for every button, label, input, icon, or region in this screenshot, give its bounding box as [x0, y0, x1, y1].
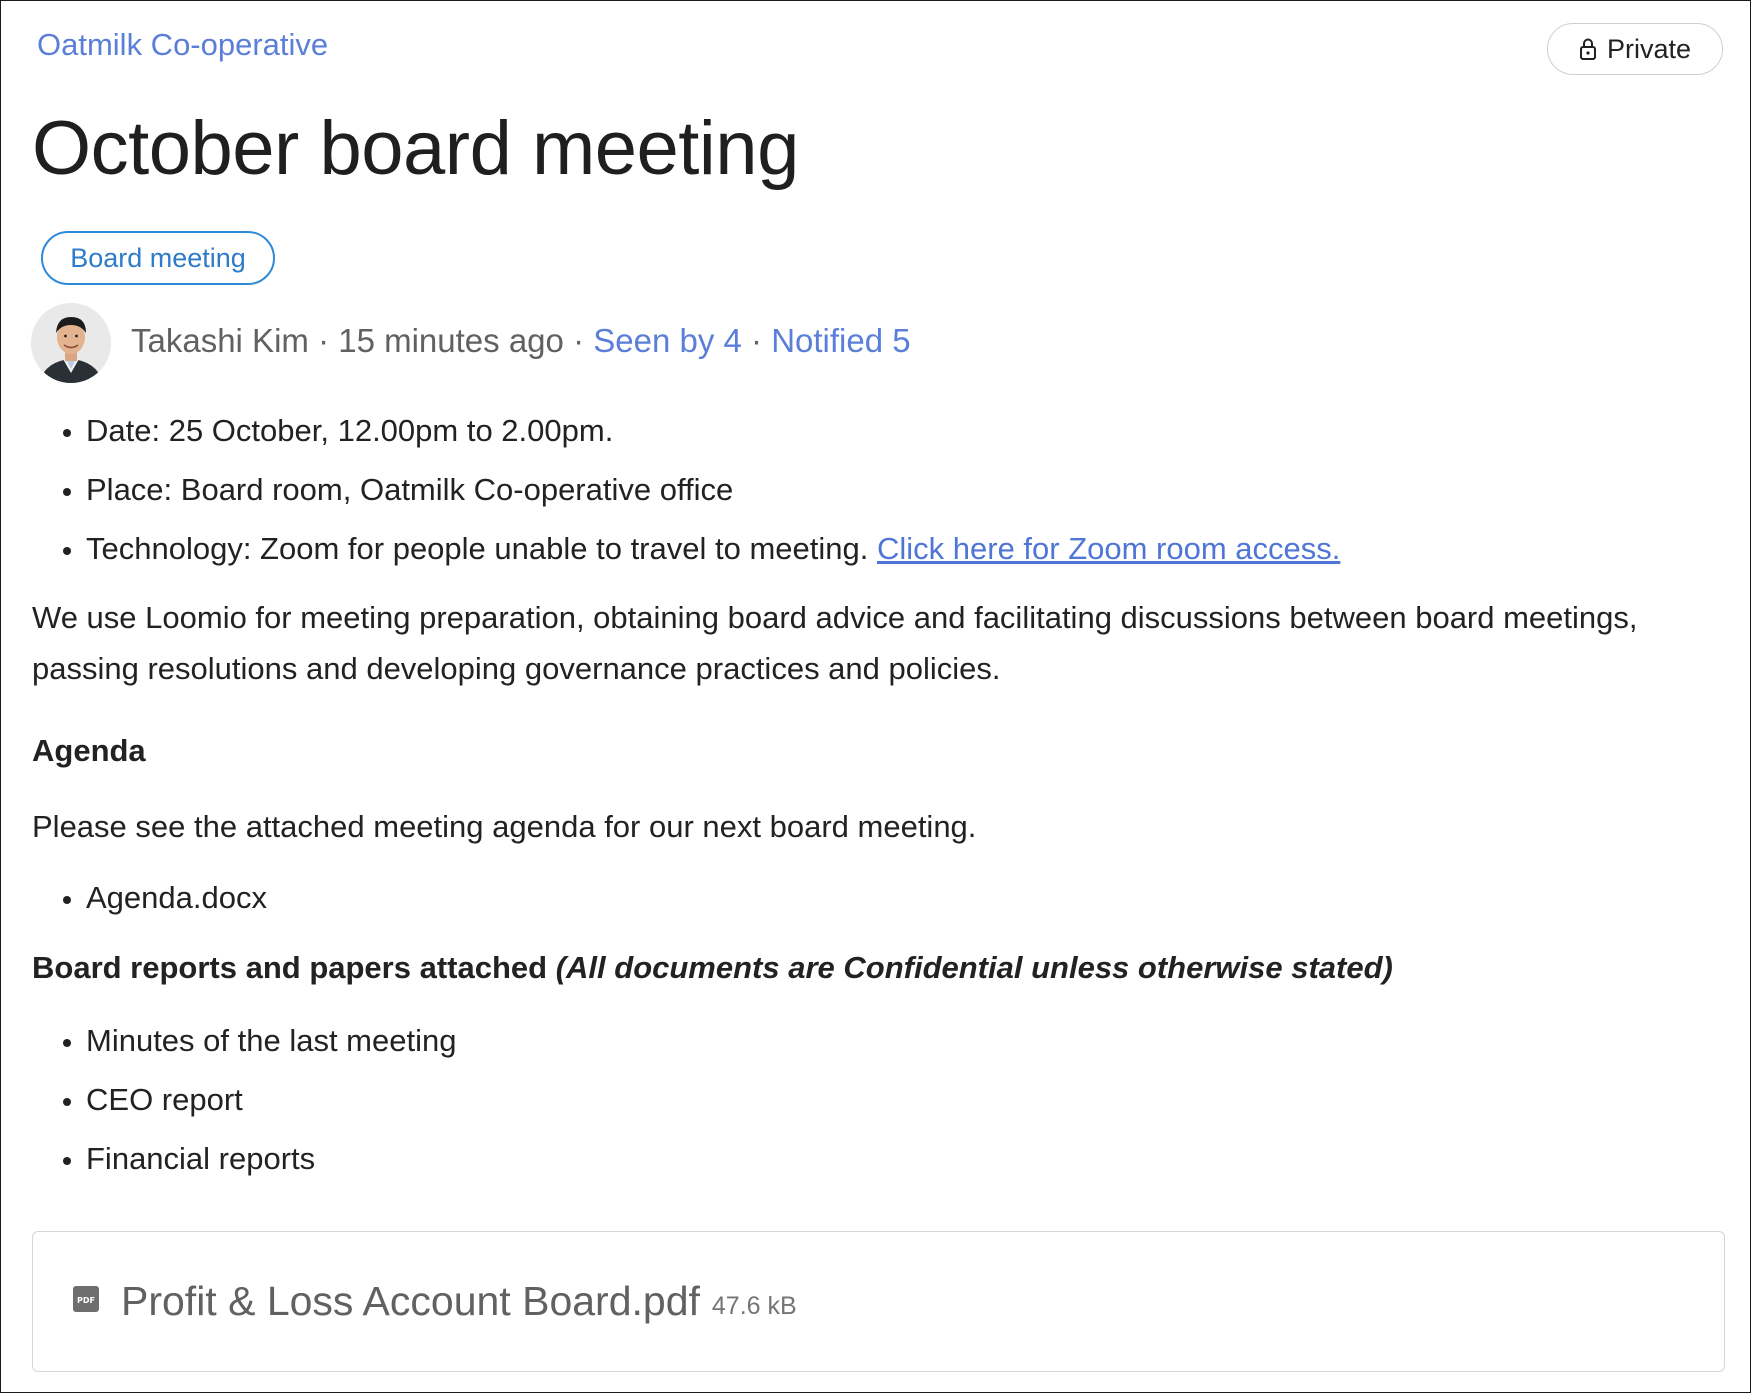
timestamp[interactable]: 15 minutes ago: [338, 322, 564, 359]
separator: ·: [751, 322, 763, 359]
intro-paragraph: We use Loomio for meeting preparation, o…: [32, 600, 1638, 686]
list-item: Technology: Zoom for people unable to tr…: [86, 519, 1712, 578]
list-item: Minutes of the last meeting: [86, 1011, 1712, 1070]
list-item: Place: Board room, Oatmilk Co-operative …: [86, 460, 1712, 519]
list-item: Financial reports: [86, 1129, 1712, 1188]
thread-title: October board meeting: [32, 106, 799, 191]
privacy-label: Private: [1606, 33, 1692, 64]
pdf-icon: PDF: [73, 1286, 99, 1317]
lock-icon: [1579, 37, 1597, 61]
avatar[interactable]: [31, 303, 111, 383]
agenda-heading: Agenda: [32, 733, 146, 768]
group-name-link[interactable]: Oatmilk Co-operative: [37, 27, 328, 63]
thread-card: Oatmilk Co-operative Private October boa…: [0, 0, 1751, 1393]
reports-note: (All documents are Confidential unless o…: [555, 950, 1393, 985]
list-item-text: Technology: Zoom for people unable to tr…: [86, 531, 877, 566]
details-list: Date: 25 October, 12.00pm to 2.00pm. Pla…: [32, 401, 1712, 578]
attachment-file-name[interactable]: Profit & Loss Account Board.pdf: [121, 1278, 700, 1325]
agenda-list: Agenda.docx: [32, 868, 1712, 927]
meta-text: Takashi Kim · 15 minutes ago · Seen by 4…: [131, 322, 911, 360]
list-item: Date: 25 October, 12.00pm to 2.00pm.: [86, 401, 1712, 460]
zoom-access-link[interactable]: Click here for Zoom room access.: [877, 531, 1340, 566]
seen-by-link[interactable]: Seen by 4: [593, 322, 742, 359]
tag-chip[interactable]: Board meeting: [41, 231, 275, 285]
separator: ·: [318, 322, 330, 359]
reports-heading-text: Board reports and papers attached: [32, 950, 548, 985]
pdf-icon-label: PDF: [77, 1296, 95, 1305]
thread-body: Date: 25 October, 12.00pm to 2.00pm. Pla…: [32, 401, 1712, 1188]
attachment-card[interactable]: PDF Profit & Loss Account Board.pdf 47.6…: [32, 1231, 1725, 1372]
privacy-chip[interactable]: Private: [1547, 23, 1723, 75]
separator: ·: [573, 322, 585, 359]
list-item: Agenda.docx: [86, 868, 1712, 927]
author-name[interactable]: Takashi Kim: [131, 322, 309, 359]
agenda-paragraph: Please see the attached meeting agenda f…: [32, 809, 977, 844]
reports-list: Minutes of the last meeting CEO report F…: [32, 1011, 1712, 1188]
reports-heading: Board reports and papers attached (All d…: [32, 943, 1712, 993]
notified-link[interactable]: Notified 5: [771, 322, 910, 359]
attachment-file-size: 47.6 kB: [711, 1292, 797, 1320]
list-item: CEO report: [86, 1070, 1712, 1129]
